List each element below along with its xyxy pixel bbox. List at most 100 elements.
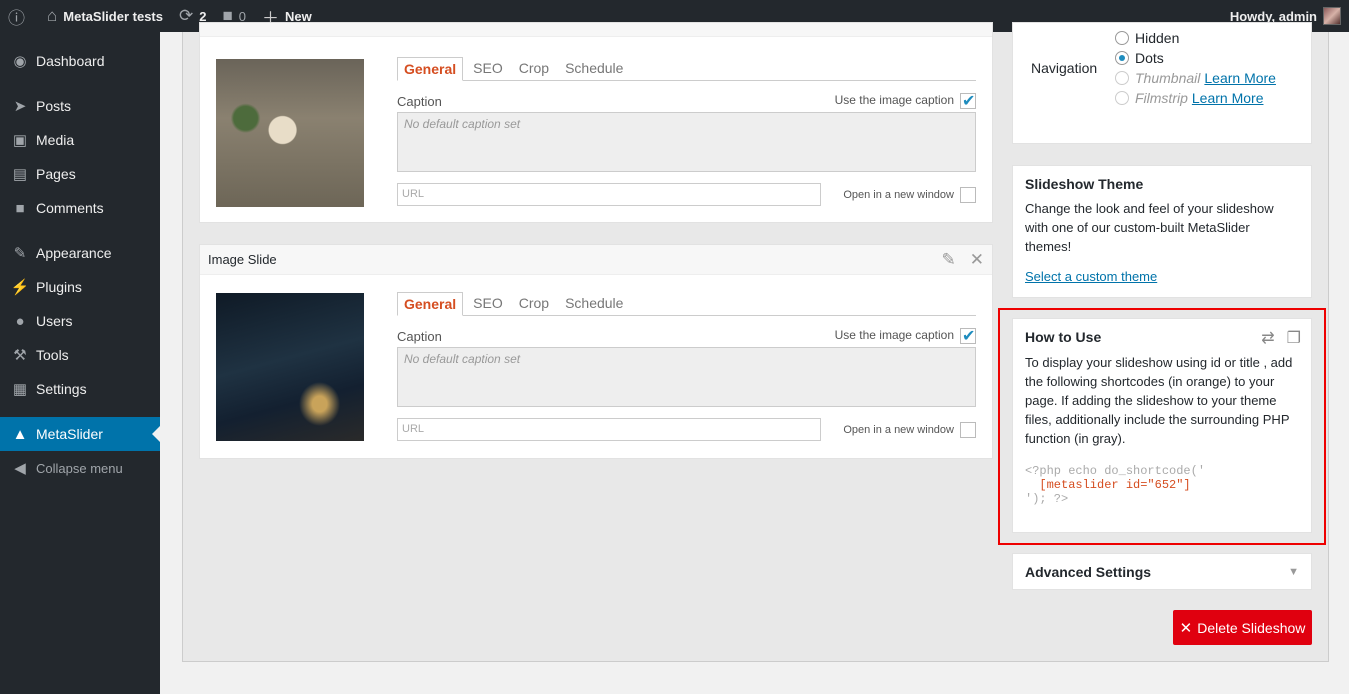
sidebar-item-label: Tools bbox=[36, 347, 69, 363]
sidebar-item-label: Comments bbox=[36, 200, 104, 216]
settings-icon: ▦ bbox=[12, 381, 28, 398]
slide-card: General SEO Crop Schedule Caption Use th… bbox=[199, 22, 993, 223]
refresh-icon: ⟳ bbox=[178, 6, 194, 25]
nav-option-hidden[interactable]: Hidden bbox=[1115, 28, 1179, 48]
new-window-checkbox[interactable] bbox=[960, 186, 976, 203]
caption-row: Caption Use the image caption bbox=[397, 91, 976, 111]
delete-slideshow-button[interactable]: ✕ Delete Slideshow bbox=[1173, 610, 1312, 645]
sidebar-item-posts[interactable]: ➤ Posts bbox=[0, 89, 160, 123]
plug-icon: ⚡ bbox=[10, 279, 30, 296]
sidebar-item-users[interactable]: ● Users bbox=[0, 304, 160, 338]
use-image-caption: Use the image caption bbox=[835, 326, 976, 346]
tab-schedule[interactable]: Schedule bbox=[559, 292, 629, 315]
sidebar-item-label: Appearance bbox=[36, 245, 112, 261]
sidebar-item-label: Settings bbox=[36, 381, 87, 397]
home-icon: ⌂ bbox=[47, 6, 58, 25]
close-icon: ✕ bbox=[1179, 619, 1193, 637]
media-icon: ▣ bbox=[12, 132, 28, 149]
url-input[interactable]: URL bbox=[397, 418, 821, 441]
caption-textarea[interactable]: No default caption set bbox=[397, 112, 976, 172]
chevron-down-icon[interactable]: ▼ bbox=[1288, 566, 1299, 578]
tab-crop[interactable]: Crop bbox=[513, 292, 555, 315]
url-row: URL Open in a new window bbox=[397, 183, 976, 206]
use-image-caption-checkbox[interactable] bbox=[960, 91, 976, 111]
sidebar-item-label: Pages bbox=[36, 166, 76, 182]
sidebar-item-label: Collapse menu bbox=[36, 460, 123, 476]
pages-icon: ▤ bbox=[12, 166, 28, 183]
sidebar-item-plugins[interactable]: ⚡ Plugins bbox=[0, 270, 160, 304]
advanced-settings-box[interactable]: Advanced Settings ▼ bbox=[1012, 553, 1312, 590]
sidebar-item-label: Dashboard bbox=[36, 53, 105, 69]
slide-card: Image Slide ✎ ✕ General SEO Crop Schedul… bbox=[199, 244, 993, 459]
pin-icon: ➤ bbox=[13, 98, 27, 115]
nav-option-filmstrip: Filmstrip Learn More bbox=[1115, 88, 1263, 108]
sidebar-item-settings[interactable]: ▦ Settings bbox=[0, 372, 160, 406]
url-row: URL Open in a new window bbox=[397, 418, 976, 441]
shortcode-block[interactable]: <?php echo do_shortcode(' [metaslider id… bbox=[1013, 448, 1311, 506]
slide-thumbnail-coffee[interactable] bbox=[216, 59, 364, 207]
tab-crop[interactable]: Crop bbox=[513, 57, 555, 80]
advanced-settings-title: Advanced Settings bbox=[1025, 564, 1152, 580]
url-input[interactable]: URL bbox=[397, 183, 821, 206]
theme-box-title: Slideshow Theme bbox=[1025, 176, 1144, 192]
tab-general[interactable]: General bbox=[397, 292, 464, 316]
caption-textarea[interactable]: No default caption set bbox=[397, 347, 976, 407]
learn-more-link[interactable]: Learn More bbox=[1204, 70, 1276, 86]
collapse-icon: ◀ bbox=[14, 460, 26, 477]
sidebar-item-dashboard[interactable]: ◉ Dashboard bbox=[0, 44, 160, 78]
sidebar-item-appearance[interactable]: ✎ Appearance bbox=[0, 236, 160, 270]
wordpress-logo-icon[interactable]: ⓘ bbox=[0, 0, 39, 32]
theme-box-description: Change the look and feel of your slidesh… bbox=[1025, 201, 1274, 254]
sidebar-item-collapse[interactable]: ◀ Collapse menu bbox=[0, 451, 160, 485]
radio-filmstrip bbox=[1115, 91, 1129, 105]
caption-label: Caption bbox=[397, 93, 442, 109]
metaslider-icon: ▲ bbox=[12, 425, 28, 443]
slide-fields: General SEO Crop Schedule Caption Use th… bbox=[397, 57, 976, 206]
new-window-option: Open in a new window bbox=[843, 421, 976, 438]
slide-tabs: General SEO Crop Schedule bbox=[397, 57, 976, 81]
slide-thumbnail-city[interactable] bbox=[216, 293, 364, 441]
radio-thumbnail bbox=[1115, 71, 1129, 85]
site-name: MetaSlider tests bbox=[63, 8, 163, 24]
wrench-icon: ⚒ bbox=[13, 347, 27, 364]
how-to-use-box: How to Use ⇄ ❐ To display your slideshow… bbox=[1012, 318, 1312, 533]
tab-seo[interactable]: SEO bbox=[467, 57, 509, 80]
navigation-settings-box: Navigation Hidden Dots Thumbnail Learn Mo… bbox=[1012, 22, 1312, 144]
nav-option-thumbnail: Thumbnail Learn More bbox=[1115, 68, 1276, 88]
slide-title: Image Slide bbox=[208, 252, 277, 267]
navigation-label: Navigation bbox=[1031, 60, 1098, 76]
learn-more-link[interactable]: Learn More bbox=[1192, 90, 1264, 106]
site-name-link[interactable]: ⌂ MetaSlider tests bbox=[39, 0, 171, 32]
tab-general[interactable]: General bbox=[397, 57, 464, 81]
sidebar-item-media[interactable]: ▣ Media bbox=[0, 123, 160, 157]
slide-tabs: General SEO Crop Schedule bbox=[397, 292, 976, 316]
tab-schedule[interactable]: Schedule bbox=[559, 57, 629, 80]
brush-icon: ✎ bbox=[13, 245, 27, 262]
select-theme-link[interactable]: Select a custom theme bbox=[1025, 269, 1157, 284]
sidebar-item-label: MetaSlider bbox=[36, 426, 103, 442]
edit-icon[interactable]: ✎ bbox=[942, 250, 956, 270]
new-window-checkbox[interactable] bbox=[960, 421, 976, 438]
use-image-caption: Use the image caption bbox=[835, 91, 976, 111]
sidebar-item-label: Plugins bbox=[36, 279, 82, 295]
use-image-caption-checkbox[interactable] bbox=[960, 326, 976, 346]
howto-box-description: To display your slideshow using id or ti… bbox=[1025, 355, 1293, 446]
sidebar-item-metaslider[interactable]: ▲ MetaSlider bbox=[0, 417, 160, 451]
sidebar-item-pages[interactable]: ▤ Pages bbox=[0, 157, 160, 191]
nav-option-dots[interactable]: Dots bbox=[1115, 48, 1164, 68]
caption-label: Caption bbox=[397, 328, 442, 344]
admin-sidebar: ◉ Dashboard ➤ Posts ▣ Media ▤ Pages ■ Comment… bbox=[0, 32, 160, 694]
radio-dots[interactable] bbox=[1115, 51, 1129, 65]
sidebar-item-label: Posts bbox=[36, 98, 72, 114]
user-icon: ● bbox=[15, 312, 25, 330]
slide-fields: General SEO Crop Schedule Caption Use th… bbox=[397, 292, 976, 441]
sidebar-item-label: Media bbox=[36, 132, 75, 148]
copy-icon[interactable]: ❐ bbox=[1287, 328, 1301, 348]
radio-hidden[interactable] bbox=[1115, 31, 1129, 45]
shuffle-icon[interactable]: ⇄ bbox=[1261, 328, 1274, 348]
slide-header: Image Slide ✎ ✕ bbox=[200, 245, 992, 275]
close-icon[interactable]: ✕ bbox=[970, 250, 984, 270]
sidebar-item-comments[interactable]: ■ Comments bbox=[0, 191, 160, 225]
tab-seo[interactable]: SEO bbox=[467, 292, 509, 315]
sidebar-item-tools[interactable]: ⚒ Tools bbox=[0, 338, 160, 372]
